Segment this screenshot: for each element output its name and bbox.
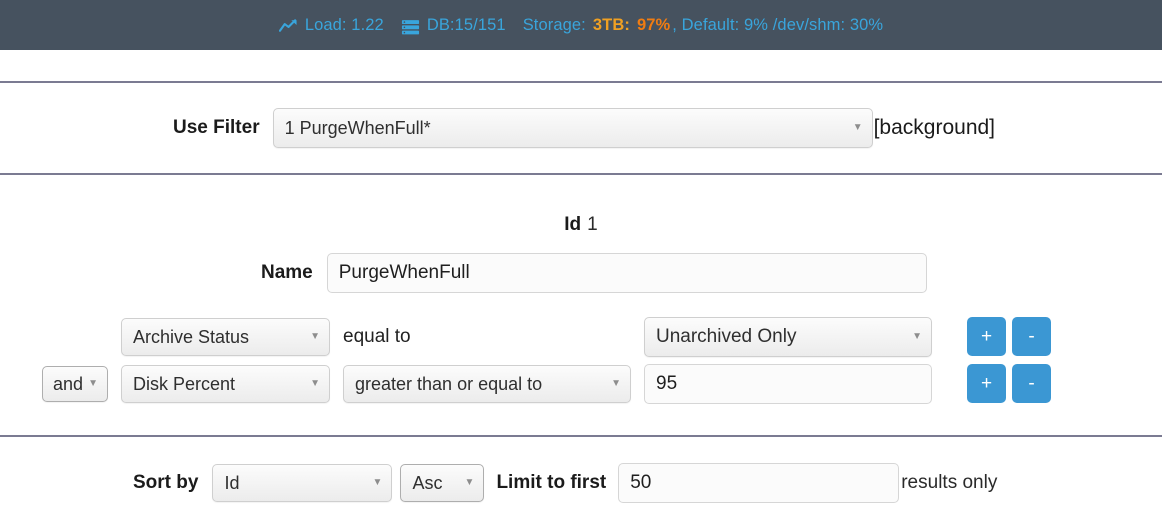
table-row: and ▼ Disk Percent ▼ greater than or equ… <box>0 360 1162 407</box>
condition-rows: Archive Status ▼ equal to Unarchived Onl… <box>0 313 1162 407</box>
chevron-down-icon: ▼ <box>611 377 621 389</box>
db-status: DB:15/151 <box>401 16 506 35</box>
chevron-down-icon: ▼ <box>310 377 320 389</box>
condition-field-select-0[interactable]: Archive Status ▼ <box>121 317 330 356</box>
sort-field-value: Id <box>224 472 240 493</box>
operator-slot-0: equal to <box>343 326 644 348</box>
chevron-down-icon: ▼ <box>852 122 863 133</box>
condition-operator-value-1: greater than or equal to <box>355 373 543 394</box>
status-bar: Load: 1.22 DB:15/151 Storage: 3TB: 97% ,… <box>0 0 1162 50</box>
filter-select[interactable]: 1 PurgeWhenFull* ▼ <box>272 108 873 148</box>
remove-condition-button-1[interactable]: - <box>1012 364 1051 403</box>
table-row: Archive Status ▼ equal to Unarchived Onl… <box>0 313 1162 360</box>
background-note: [background] <box>873 116 996 139</box>
storage-detail: , Default: 9% /dev/shm: 30% <box>672 15 884 34</box>
condition-value-input-1[interactable] <box>644 363 932 404</box>
operator-slot-1: greater than or equal to ▼ <box>343 364 644 403</box>
trending-up-icon <box>278 19 298 33</box>
value-slot-0: Unarchived Only ▼ <box>644 316 934 357</box>
condition-field-select-1[interactable]: Disk Percent ▼ <box>121 364 330 403</box>
sort-field-select[interactable]: Id ▼ <box>212 463 393 502</box>
load-status: Load: 1.22 <box>278 15 384 35</box>
condition-operator-text-0: equal to <box>343 325 411 347</box>
storage-size: 3TB: <box>592 15 630 34</box>
sort-limit-section: Sort by Id ▼ Asc ▼ Limit to first result… <box>0 437 1162 523</box>
sort-direction-value: Asc <box>412 472 443 493</box>
name-input[interactable] <box>326 253 927 293</box>
db-label: DB:15/151 <box>426 15 506 34</box>
field-slot-0: Archive Status ▼ <box>121 317 343 356</box>
value-slot-1 <box>644 363 934 404</box>
field-slot-1: Disk Percent ▼ <box>121 364 343 403</box>
chevron-down-icon: ▼ <box>464 476 475 488</box>
sort-direction-select[interactable]: Asc ▼ <box>400 463 485 502</box>
filter-detail-section: Id1 Name Archive Status ▼ equal to Unarc… <box>0 175 1162 435</box>
id-line: Id 1 <box>0 175 1162 236</box>
limit-input[interactable] <box>618 462 900 503</box>
chevron-down-icon: ▼ <box>912 330 922 342</box>
name-label: Name <box>261 262 313 283</box>
conjunction-slot-1: and ▼ <box>0 365 121 402</box>
sort-by-label: Sort by <box>133 471 199 493</box>
condition-conjunction-select-1[interactable]: and ▼ <box>41 365 108 402</box>
condition-conjunction-value-1: and <box>52 373 83 394</box>
id-label: Id <box>564 214 582 235</box>
filter-select-value: 1 PurgeWhenFull* <box>284 118 431 138</box>
condition-field-value-1: Disk Percent <box>133 373 236 394</box>
condition-value-0: Unarchived Only <box>656 325 797 347</box>
results-only-label: results only <box>901 471 998 493</box>
chevron-down-icon: ▼ <box>310 330 320 342</box>
row-buttons-0: + - <box>934 317 1051 356</box>
row-buttons-1: + - <box>934 364 1051 403</box>
add-condition-button-0[interactable]: + <box>967 317 1006 356</box>
name-line: Name <box>261 253 1162 293</box>
chevron-down-icon: ▼ <box>88 377 98 389</box>
id-value: 1 <box>587 214 598 235</box>
storage-status: Storage: 3TB: 97% , Default: 9% /dev/shm… <box>523 16 883 35</box>
add-condition-button-1[interactable]: + <box>967 364 1006 403</box>
chevron-down-icon: ▼ <box>372 476 383 488</box>
storage-percent: 97% <box>636 15 671 34</box>
use-filter-label: Use Filter <box>173 117 260 138</box>
limit-label: Limit to first <box>496 471 607 493</box>
use-filter-section: Use Filter 1 PurgeWhenFull* ▼ [backgroun… <box>0 83 1162 173</box>
storage-label: Storage: <box>522 15 586 34</box>
remove-condition-button-0[interactable]: - <box>1012 317 1051 356</box>
database-stack-icon <box>401 19 420 36</box>
load-label: Load: 1.22 <box>304 15 384 34</box>
condition-field-value-0: Archive Status <box>133 326 250 347</box>
condition-operator-select-1[interactable]: greater than or equal to ▼ <box>343 364 631 403</box>
condition-value-select-0[interactable]: Unarchived Only ▼ <box>644 316 932 357</box>
